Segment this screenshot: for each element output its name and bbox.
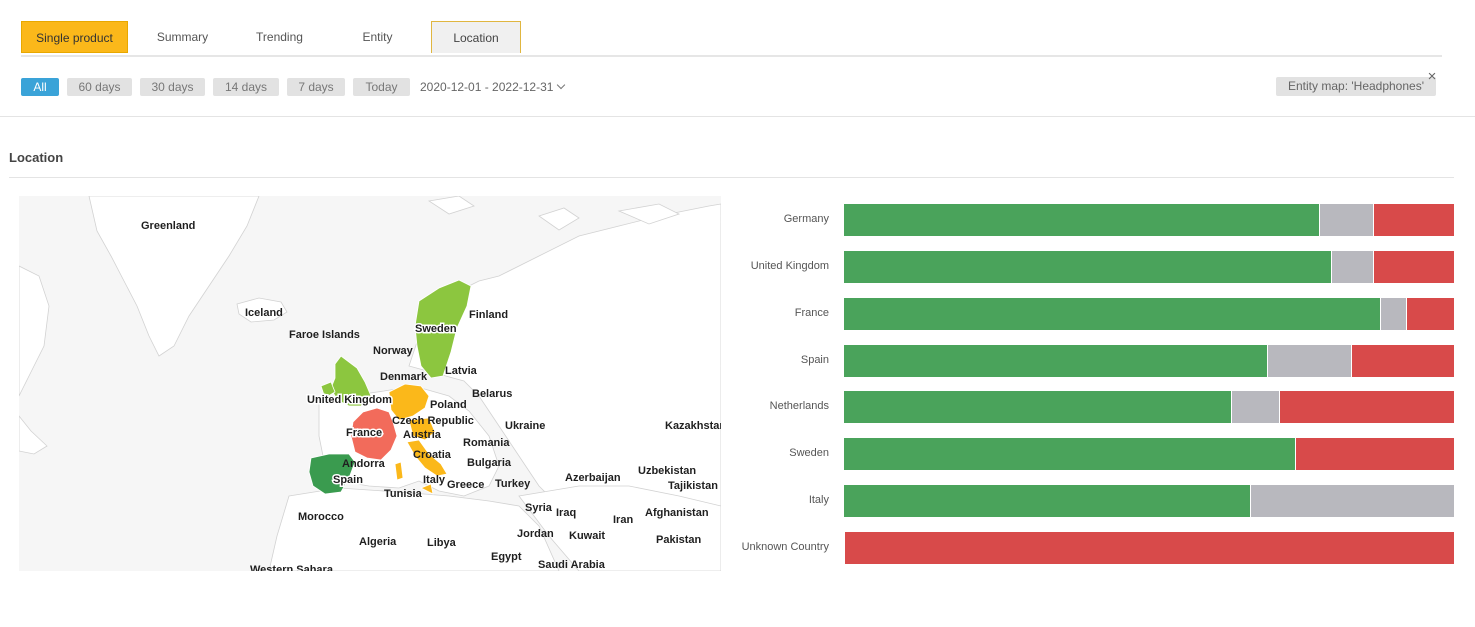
map-label-egypt: Egypt [491, 551, 522, 563]
map-label-tunisia: Tunisia [384, 488, 423, 500]
bar-category-label: United Kingdom [750, 260, 829, 272]
map-label-spain: Spain [333, 474, 363, 486]
bar-segment[interactable] [1278, 391, 1454, 423]
bar-category-label: Spain [800, 354, 829, 366]
map-label-denmark: Denmark [380, 371, 428, 383]
map-label-romania: Romania [463, 437, 510, 449]
bar-segment[interactable] [1373, 204, 1454, 236]
bar-segment[interactable] [1295, 438, 1454, 470]
map-label-afghanistan: Afghanistan [645, 507, 709, 519]
date-range-dropdown[interactable]: 2020-12-01 - 2022-12-31 [420, 78, 566, 96]
bar-segment[interactable] [844, 485, 1251, 517]
map-label-kuwait: Kuwait [569, 530, 605, 542]
bar-segment[interactable] [1331, 251, 1374, 283]
range-60-days-button[interactable]: 60 days [67, 78, 132, 96]
bar-segment[interactable] [1380, 298, 1406, 330]
map-label-tajikistan: Tajikistan [668, 480, 718, 492]
bar-category-label: Unknown Country [741, 541, 829, 553]
map-label-belarus: Belarus [472, 388, 512, 400]
bar-row[interactable] [844, 298, 1454, 330]
bar-segment[interactable] [844, 532, 1454, 564]
map-label-norway: Norway [373, 345, 414, 357]
map-label-bulgaria: Bulgaria [467, 457, 512, 469]
bar-row[interactable] [844, 345, 1454, 377]
bar-row[interactable] [844, 204, 1454, 236]
map-label-algeria: Algeria [359, 536, 397, 548]
map-label-saudi-arabia: Saudi Arabia [538, 559, 606, 571]
bar-category-label: France [794, 307, 829, 319]
tab-location[interactable]: Location [431, 21, 521, 53]
bar-row[interactable] [844, 485, 1454, 517]
bar-segment[interactable] [844, 204, 1319, 236]
tab-bar: Single product Summary Trending Entity L… [21, 21, 1442, 57]
bar-segment[interactable] [844, 251, 1332, 283]
section-title: Location [9, 150, 64, 165]
bar-segment[interactable] [844, 391, 1231, 423]
map-label-turkey: Turkey [495, 478, 531, 490]
map-label-ukraine: Ukraine [505, 420, 545, 432]
map-label-pakistan: Pakistan [656, 534, 702, 546]
bar-segment[interactable] [1373, 251, 1454, 283]
bar-segment[interactable] [1405, 298, 1454, 330]
range-7-days-button[interactable]: 7 days [287, 78, 345, 96]
bar-category-label: Sweden [789, 447, 829, 459]
location-map[interactable]: Greenland Iceland Faroe Islands Norway Swede… [19, 196, 721, 571]
map-label-azerbaijan: Azerbaijan [565, 472, 621, 484]
bar-segment[interactable] [1250, 485, 1454, 517]
bar-segment[interactable] [1230, 391, 1279, 423]
map-label-finland: Finland [469, 309, 508, 321]
bar-segment[interactable] [1318, 204, 1374, 236]
bar-category-label: Germany [783, 213, 829, 225]
map-label-france: France [346, 427, 382, 439]
map-label-greenland: Greenland [141, 220, 195, 232]
bar-row[interactable] [844, 438, 1454, 470]
map-label-austria: Austria [403, 429, 442, 441]
map-label-andorra: Andorra [342, 458, 386, 470]
map-label-jordan: Jordan [517, 528, 554, 540]
tab-trending[interactable]: Trending [233, 21, 326, 53]
bar-category-label: Italy [808, 494, 829, 506]
chevron-down-icon [557, 80, 566, 90]
map-label-iceland: Iceland [245, 307, 283, 319]
map-label-poland: Poland [430, 399, 467, 411]
bar-category-label: Netherlands [769, 400, 829, 412]
map-label-greece: Greece [447, 479, 484, 491]
bar-row[interactable] [844, 391, 1454, 423]
map-label-libya: Libya [427, 537, 457, 549]
map-label-kazakhstan: Kazakhstan [665, 420, 721, 432]
bar-segment[interactable] [1266, 345, 1351, 377]
close-icon[interactable]: × [1426, 69, 1438, 84]
bar-row[interactable] [844, 532, 1454, 564]
map-label-sweden: Sweden [415, 323, 457, 335]
entity-filter-chip: Entity map: 'Headphones' [1276, 77, 1436, 96]
map-label-iraq: Iraq [556, 507, 576, 519]
bar-segment[interactable] [844, 298, 1381, 330]
map-label-morocco: Morocco [298, 511, 344, 523]
map-label-croatia: Croatia [413, 449, 452, 461]
range-all-button[interactable]: All [21, 78, 59, 96]
tab-single-product[interactable]: Single product [21, 21, 128, 53]
map-label-iran: Iran [613, 514, 633, 526]
map-label-united-kingdom: United Kingdom [307, 394, 392, 406]
tab-entity[interactable]: Entity [331, 21, 424, 53]
map-canvas: Greenland Iceland Faroe Islands NorwaySwede… [19, 196, 721, 571]
map-label-uzbekistan: Uzbekistan [638, 465, 696, 477]
map-label-faroe-islands: Faroe Islands [289, 329, 360, 341]
bar-segment[interactable] [1350, 345, 1454, 377]
range-30-days-button[interactable]: 30 days [140, 78, 205, 96]
bar-segment[interactable] [844, 345, 1267, 377]
range-today-button[interactable]: Today [353, 78, 410, 96]
map-label-italy: Italy [423, 474, 446, 486]
range-14-days-button[interactable]: 14 days [213, 78, 279, 96]
map-label-syria: Syria [525, 502, 553, 514]
bar-row[interactable] [844, 251, 1454, 283]
bar-segment[interactable] [844, 438, 1296, 470]
divider [0, 116, 1475, 117]
tab-summary[interactable]: Summary [136, 21, 229, 53]
map-label-western-sahara: Western Sahara [250, 564, 334, 571]
date-range-value: 2020-12-01 - 2022-12-31 [420, 80, 554, 94]
map-label-czech-republic: Czech Republic [392, 415, 474, 427]
map-label-latvia: Latvia [445, 365, 478, 377]
divider [9, 177, 1454, 178]
